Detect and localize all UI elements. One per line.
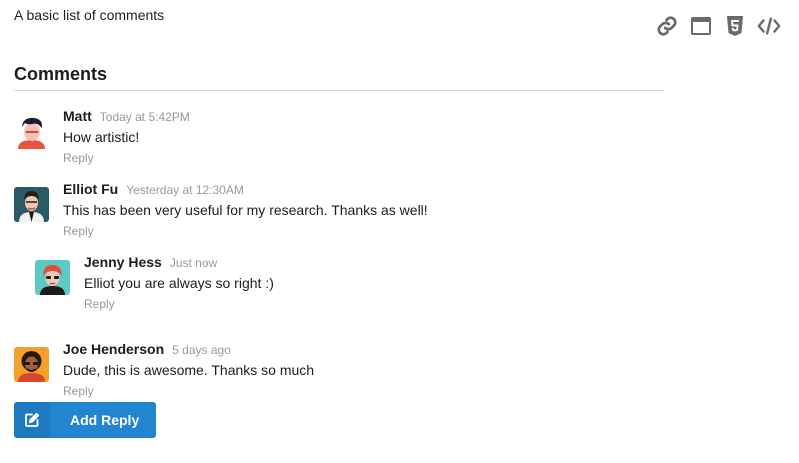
comment-text: This has been very useful for my researc… [63,202,428,218]
comment-text: Elliot you are always so right :) [84,275,274,291]
comment-author[interactable]: Jenny Hess [84,254,162,270]
comment-matt: Matt Today at 5:42PM How artistic! Reply [14,108,190,165]
avatar[interactable] [14,114,49,149]
comment-text: Dude, this is awesome. Thanks so much [63,362,315,378]
edit-icon [14,402,50,438]
comment-author[interactable]: Matt [63,108,92,124]
reply-link[interactable]: Reply [63,224,428,238]
comment-author[interactable]: Elliot Fu [63,181,118,197]
reply-link[interactable]: Reply [84,297,274,311]
comment-date: 5 days ago [172,343,231,357]
add-reply-button[interactable]: Add Reply [14,402,156,438]
code-icon[interactable] [757,14,781,38]
add-reply-label: Add Reply [70,412,140,428]
avatar[interactable] [35,260,70,295]
comment-date: Today at 5:42PM [99,110,190,124]
comment-jenny-hess: Jenny Hess Just now Elliot you are alway… [35,254,274,311]
comment-elliot-fu: Elliot Fu Yesterday at 12:30AM This has … [14,181,428,238]
comment-author[interactable]: Joe Henderson [63,341,164,357]
comment-text: How artistic! [63,129,140,145]
top-toolbar [655,14,781,38]
html5-icon[interactable] [723,14,747,38]
window-icon[interactable] [689,14,713,38]
reply-link[interactable]: Reply [63,384,314,398]
comment-date: Yesterday at 12:30AM [126,183,244,197]
comment-joe-henderson: Joe Henderson 5 days ago Dude, this is a… [14,341,315,398]
comments-section-header: Comments [14,64,664,91]
comments-title: Comments [14,64,108,84]
link-icon[interactable] [655,14,679,38]
reply-link[interactable]: Reply [63,151,190,165]
comment-date: Just now [169,256,218,270]
avatar[interactable] [14,347,49,382]
avatar[interactable] [14,187,49,222]
page-description: A basic list of comments [14,7,165,23]
